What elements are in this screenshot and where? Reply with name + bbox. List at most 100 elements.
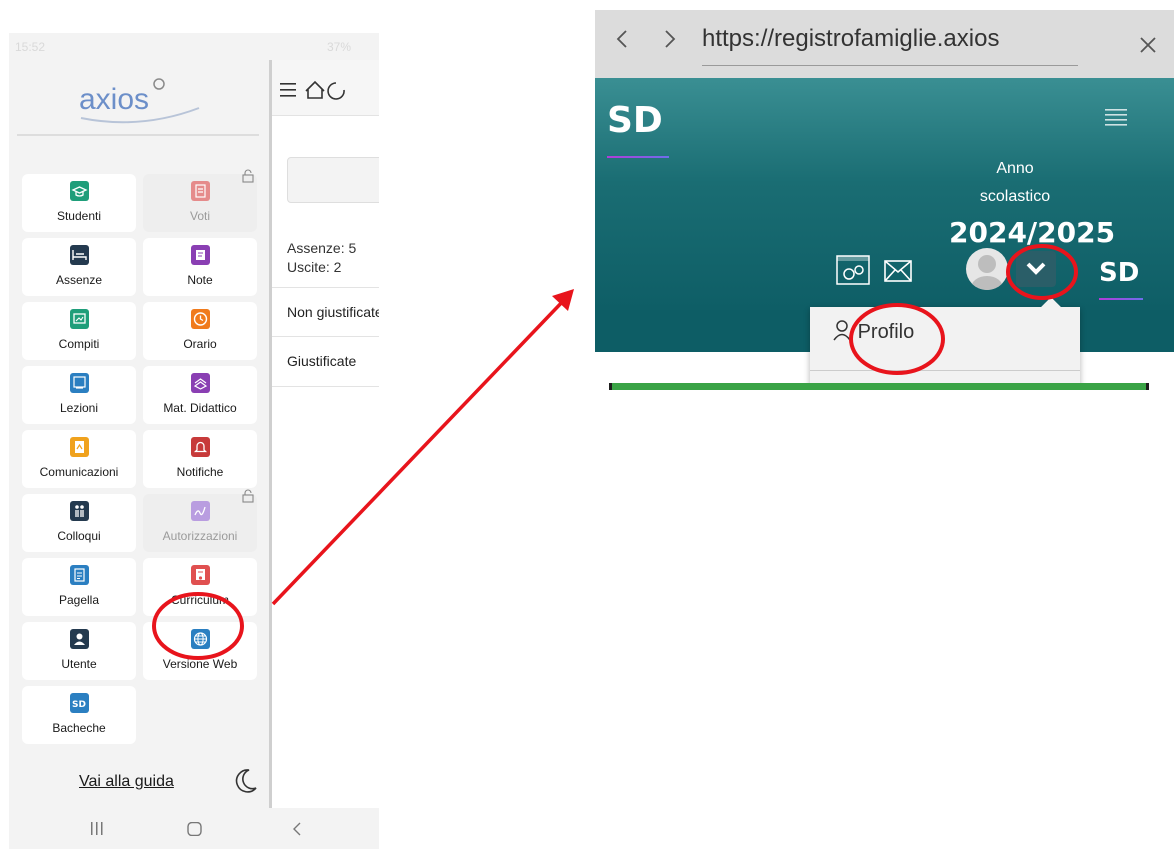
browser-window: https://registrofamiglie.axios SD Anno s… [595,10,1174,390]
anno-label: Anno [996,160,1034,177]
menu-tile-notifiche[interactable]: Notifiche [143,430,257,488]
bed-icon [70,245,89,265]
settings-window-icon[interactable] [836,255,870,285]
sd-logo-small-underline [1099,298,1143,300]
dropdown-separator [810,370,1080,371]
back-chevron-icon[interactable] [615,28,629,50]
menu-tile-assenze[interactable]: Assenze [22,238,136,296]
assenze-count: Assenze: 5 [287,240,357,256]
menu-tile-label: Comunicazioni [39,465,119,479]
menu-tile-label: Lezioni [59,401,99,415]
school-year[interactable]: 2024/2025 [949,216,1115,249]
menu-tile-comunicazioni[interactable]: Comunicazioni [22,430,136,488]
sidebar-menu: axios Studenti Voti Assenze Note Compiti Orar… [9,60,269,808]
menu-tile-voti[interactable]: Voti [143,169,257,232]
status-time: 15:52 [15,40,46,54]
sd-logo-small-text: SD [1099,258,1140,288]
menu-tile-label: Note [187,273,213,287]
content-green-bar [609,383,1149,390]
certificate-icon [191,565,210,585]
main-toolbar [272,60,379,116]
recent-apps-icon[interactable] [89,822,105,836]
lock-icon [242,489,254,503]
sd-logo[interactable]: SD [607,100,669,158]
avatar[interactable] [966,248,1008,290]
profile-dropdown-button[interactable] [1016,251,1056,287]
menu-tile-versione-web[interactable]: Versione Web [143,622,257,680]
sidebar-divider [17,134,259,136]
dark-mode-moon-icon[interactable] [231,767,259,800]
menu-tile-label: Voti [189,209,210,223]
menu-tile-label: Mat. Didattico [163,401,237,415]
axios-logo: axios [9,60,269,134]
menu-tile-autorizzazioni[interactable]: Autorizzazioni [143,489,257,552]
graduation-cap-icon [70,181,89,201]
menu-tile-curriculum[interactable]: Curriculum [143,558,257,616]
sd-icon: SD [70,693,89,713]
logo-text: axios [79,83,149,116]
android-nav-bar [9,808,379,849]
menu-tile-colloqui[interactable]: Colloqui [22,494,136,552]
browser-toolbar: https://registrofamiglie.axios [595,10,1174,78]
status-battery: 37% [326,40,351,54]
menu-tile-bacheche[interactable]: SD Bacheche [22,686,136,744]
url-underline [702,65,1078,66]
mail-icon[interactable] [884,260,912,282]
menu-tile-studenti[interactable]: Studenti [22,174,136,232]
chevron-down-icon [1026,262,1046,275]
svg-text:SD: SD [72,700,86,710]
annotation-arrow-head [552,289,574,311]
menu-tile-label: Studenti [56,209,102,223]
note-icon [191,245,210,265]
signature-icon [191,501,210,521]
menu-tile-pagella[interactable]: Pagella [22,558,136,616]
user-icon [833,320,851,341]
menu-tile-label: Versione Web [162,657,238,671]
guide-link[interactable]: Vai alla guida [79,773,174,791]
scolastico-label: scolastico [979,188,1051,205]
hamburger-icon [280,83,296,97]
refresh-icon [327,82,345,100]
bell-icon [191,437,210,457]
menu-tile-label: Curriculum [170,593,229,607]
menu-tile-label: Pagella [58,593,100,607]
menu-tile-compiti[interactable]: Compiti [22,302,136,360]
url-field[interactable]: https://registrofamiglie.axios [702,25,1082,53]
globe-icon [191,629,210,649]
menu-icon[interactable] [1105,108,1127,126]
menu-tile-note[interactable]: Note [143,238,257,296]
phone-screen: 15:52 37% axios Studenti Voti Assenze Note C… [9,33,379,849]
site-header: SD Anno scolastico 2024/2025 SD [595,78,1174,310]
books-icon [191,373,210,393]
main-panel: Assenze: 5 Uscite: 2 Non giustificate Gi… [272,60,379,808]
row-non-giustificate-label: Non giustificate [287,304,379,320]
profile-dropdown: Profilo [810,297,1080,390]
row-non-giustificate[interactable]: Non giustificate [272,287,379,337]
menu-tile-mat-didattico[interactable]: Mat. Didattico [143,366,257,424]
menu-tile-utente[interactable]: Utente [22,622,136,680]
pdf-icon [70,437,89,457]
menu-tile-label: Orario [183,337,217,351]
grades-icon [191,181,210,201]
summary-card[interactable] [287,157,379,203]
menu-tile-orario[interactable]: Orario [143,302,257,360]
status-bar: 15:52 37% [9,33,379,60]
sd-logo-small[interactable]: SD [1099,258,1143,300]
report-card-icon [70,565,89,585]
forward-chevron-icon[interactable] [663,28,677,50]
menu-tile-label: Colloqui [57,529,101,543]
menu-tile-lezioni[interactable]: Lezioni [22,366,136,424]
back-nav-icon[interactable] [291,822,303,836]
lesson-icon [70,373,89,393]
clock-icon [191,309,210,329]
menu-tile-label: Assenze [55,273,103,287]
profilo-menu-item[interactable]: Profilo [832,319,914,344]
row-giustificate[interactable]: Giustificate [272,337,379,387]
user-icon [70,629,89,649]
row-giustificate-label: Giustificate [287,353,357,369]
home-icon [305,80,325,99]
home-nav-icon[interactable] [187,822,203,836]
close-icon[interactable] [1139,36,1157,54]
sd-logo-text: SD [607,100,663,141]
menu-tile-label: Notifiche [176,465,224,479]
